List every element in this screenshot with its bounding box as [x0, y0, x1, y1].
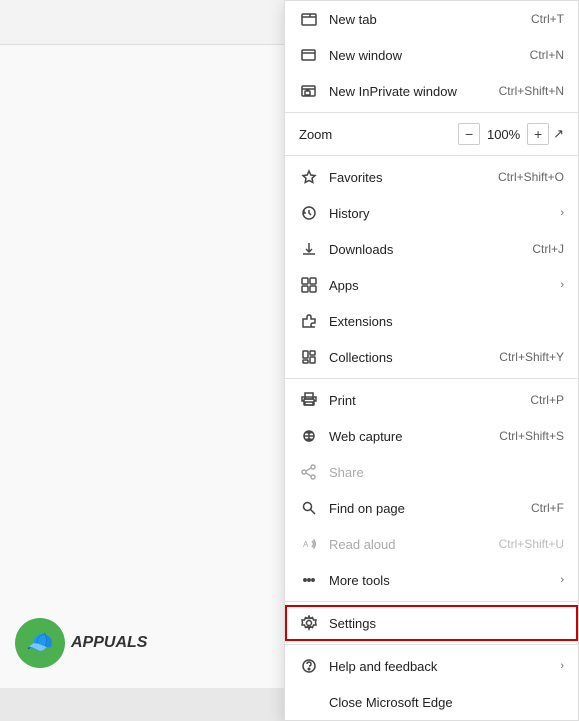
new-tab-shortcut: Ctrl+T [531, 12, 564, 26]
help-arrow-icon: › [560, 660, 564, 672]
menu-item-history[interactable]: History › [285, 195, 578, 231]
divider-4 [285, 601, 578, 602]
web-capture-icon [299, 426, 319, 446]
settings-icon [299, 613, 319, 633]
menu-item-new-tab[interactable]: New tab Ctrl+T [285, 1, 578, 37]
help-label: Help and feedback [329, 659, 554, 674]
menu-item-inprivate[interactable]: New InPrivate window Ctrl+Shift+N [285, 73, 578, 109]
menu-item-share[interactable]: Share [285, 454, 578, 490]
new-window-label: New window [329, 48, 530, 63]
more-tools-icon [299, 570, 319, 590]
inprivate-icon [299, 81, 319, 101]
read-aloud-shortcut: Ctrl+Shift+U [499, 537, 564, 551]
menu-item-close-edge[interactable]: Close Microsoft Edge [285, 684, 578, 720]
inprivate-shortcut: Ctrl+Shift+N [499, 84, 564, 98]
history-label: History [329, 206, 554, 221]
print-shortcut: Ctrl+P [530, 393, 564, 407]
zoom-increase-button[interactable]: + [527, 123, 549, 145]
menu-item-collections[interactable]: Collections Ctrl+Shift+Y [285, 339, 578, 375]
history-icon [299, 203, 319, 223]
extensions-icon [299, 311, 319, 331]
find-shortcut: Ctrl+F [531, 501, 564, 515]
menu-item-help[interactable]: Help and feedback › [285, 648, 578, 684]
zoom-controls: − 100% + [458, 123, 549, 145]
extensions-label: Extensions [329, 314, 564, 329]
favorites-icon [299, 167, 319, 187]
read-aloud-icon: A [299, 534, 319, 554]
print-icon [299, 390, 319, 410]
menu-item-favorites[interactable]: Favorites Ctrl+Shift+O [285, 159, 578, 195]
downloads-shortcut: Ctrl+J [532, 242, 564, 256]
menu-item-read-aloud[interactable]: A Read aloud Ctrl+Shift+U [285, 526, 578, 562]
svg-text:A: A [303, 540, 309, 549]
logo-icon: 🧢 [15, 618, 65, 668]
zoom-row: Zoom − 100% + ↗ [285, 116, 578, 152]
appuals-text: APPUALS [71, 634, 147, 652]
page-content [0, 45, 285, 688]
find-label: Find on page [329, 501, 531, 516]
divider-2 [285, 155, 578, 156]
menu-item-more-tools[interactable]: More tools › [285, 562, 578, 598]
web-capture-shortcut: Ctrl+Shift+S [499, 429, 564, 443]
menu-item-apps[interactable]: Apps › [285, 267, 578, 303]
divider-1 [285, 112, 578, 113]
new-tab-icon [299, 9, 319, 29]
menu-item-downloads[interactable]: Downloads Ctrl+J [285, 231, 578, 267]
web-capture-label: Web capture [329, 429, 499, 444]
menu-item-web-capture[interactable]: Web capture Ctrl+Shift+S [285, 418, 578, 454]
close-edge-label: Close Microsoft Edge [329, 695, 564, 710]
collections-icon [299, 347, 319, 367]
new-window-icon [299, 45, 319, 65]
zoom-decrease-button[interactable]: − [458, 123, 480, 145]
apps-arrow-icon: › [560, 279, 564, 291]
collections-shortcut: Ctrl+Shift+Y [499, 350, 564, 364]
apps-icon [299, 275, 319, 295]
new-tab-label: New tab [329, 12, 531, 27]
menu-item-new-window[interactable]: New window Ctrl+N [285, 37, 578, 73]
menu-item-find[interactable]: Find on page Ctrl+F [285, 490, 578, 526]
menu-item-settings[interactable]: Settings [285, 605, 578, 641]
zoom-label: Zoom [299, 127, 458, 142]
favorites-shortcut: Ctrl+Shift+O [498, 170, 564, 184]
inprivate-label: New InPrivate window [329, 84, 499, 99]
appuals-logo: 🧢 APPUALS [15, 618, 147, 668]
divider-3 [285, 378, 578, 379]
downloads-label: Downloads [329, 242, 532, 257]
help-icon [299, 656, 319, 676]
more-tools-label: More tools [329, 573, 554, 588]
settings-label: Settings [329, 616, 564, 631]
zoom-value: 100% [486, 127, 521, 142]
context-menu: New tab Ctrl+T New window Ctrl+N New InP… [284, 0, 579, 721]
print-label: Print [329, 393, 530, 408]
share-icon [299, 462, 319, 482]
menu-item-print[interactable]: Print Ctrl+P [285, 382, 578, 418]
zoom-expand-icon[interactable]: ↗ [553, 126, 564, 142]
more-tools-arrow-icon: › [560, 574, 564, 586]
collections-label: Collections [329, 350, 499, 365]
share-label: Share [329, 465, 564, 480]
read-aloud-label: Read aloud [329, 537, 499, 552]
downloads-icon [299, 239, 319, 259]
menu-item-extensions[interactable]: Extensions [285, 303, 578, 339]
close-edge-icon [299, 692, 319, 712]
favorites-label: Favorites [329, 170, 498, 185]
apps-label: Apps [329, 278, 554, 293]
find-icon [299, 498, 319, 518]
history-arrow-icon: › [560, 207, 564, 219]
divider-5 [285, 644, 578, 645]
new-window-shortcut: Ctrl+N [530, 48, 564, 62]
